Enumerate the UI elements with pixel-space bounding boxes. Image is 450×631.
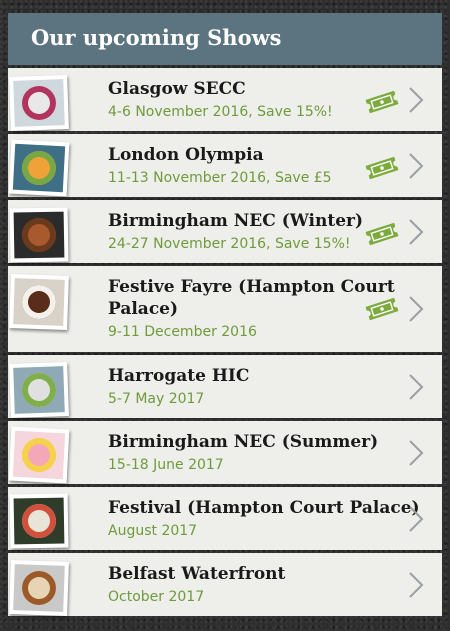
show-thumbnail <box>9 274 69 330</box>
chevron-right-icon[interactable] <box>406 438 426 468</box>
ticket-icon[interactable] <box>364 296 400 322</box>
show-details: 9-11 December 2016 <box>108 324 257 340</box>
plate-shape <box>21 150 57 186</box>
food-thumbnail-icon <box>12 430 66 480</box>
show-name: Festival (Hampton Court Palace) <box>108 498 420 518</box>
show-thumbnail <box>9 207 69 263</box>
show-thumbnail <box>8 139 70 197</box>
list-item[interactable]: Festive Fayre (Hampton Court Palace) 9-11… <box>8 266 442 352</box>
show-details: 24-27 November 2016, Save 15%! <box>108 236 351 252</box>
list-item[interactable]: Glasgow SECC 4-6 November 2016, Save 15%! <box>8 68 442 131</box>
list-item[interactable]: Harrogate HIC 5-7 May 2017 <box>8 355 442 418</box>
food-thumbnail-icon <box>12 143 66 193</box>
food-thumbnail-icon <box>13 278 65 326</box>
show-name: Belfast Waterfront <box>108 564 286 584</box>
food-thumbnail-icon <box>13 79 65 127</box>
show-details: 11-13 November 2016, Save £5 <box>108 170 332 186</box>
list-item[interactable]: Birmingham NEC (Summer) 15-18 June 2017 <box>8 421 442 484</box>
show-details: 15-18 June 2017 <box>108 457 224 473</box>
show-name: Birmingham NEC (Summer) <box>108 432 379 452</box>
plate-shape <box>21 570 57 606</box>
list-item[interactable]: Belfast Waterfront October 2017 <box>8 553 442 616</box>
plate-shape <box>21 85 57 121</box>
plate-shape <box>21 372 57 408</box>
show-thumbnail <box>8 426 70 484</box>
list-item[interactable]: Festival (Hampton Court Palace) August 20… <box>8 487 442 550</box>
food-thumbnail-icon <box>13 564 65 612</box>
plate-shape <box>21 437 57 473</box>
ticket-icon[interactable] <box>364 89 400 115</box>
chevron-right-icon[interactable] <box>406 85 426 115</box>
show-thumbnail <box>9 560 69 616</box>
list-item[interactable]: Birmingham NEC (Winter) 24-27 November 20… <box>8 200 442 263</box>
ticket-icon[interactable] <box>364 155 400 181</box>
plate-shape <box>21 503 57 539</box>
show-name: Harrogate HIC <box>108 366 250 386</box>
chevron-right-icon[interactable] <box>406 372 426 402</box>
food-thumbnail-icon <box>13 497 65 545</box>
chevron-right-icon[interactable] <box>406 151 426 181</box>
chevron-right-icon[interactable] <box>406 504 426 534</box>
plate-shape <box>21 284 57 320</box>
show-thumbnail <box>9 493 69 549</box>
show-details: 4-6 November 2016, Save 15%! <box>108 104 333 120</box>
chevron-right-icon[interactable] <box>406 570 426 600</box>
chevron-right-icon[interactable] <box>406 217 426 247</box>
shows-list: Glasgow SECC 4-6 November 2016, Save 15%!… <box>0 0 450 631</box>
food-thumbnail-icon <box>13 366 65 414</box>
show-thumbnail <box>9 362 69 418</box>
show-details: August 2017 <box>108 523 198 539</box>
list-item[interactable]: London Olympia 11-13 November 2016, Save … <box>8 134 442 197</box>
food-thumbnail-icon <box>13 211 65 259</box>
show-details: October 2017 <box>108 589 205 605</box>
ticket-icon[interactable] <box>364 221 400 247</box>
plate-shape <box>21 217 57 253</box>
chevron-right-icon[interactable] <box>406 294 426 324</box>
show-details: 5-7 May 2017 <box>108 391 205 407</box>
show-thumbnail <box>9 75 69 131</box>
